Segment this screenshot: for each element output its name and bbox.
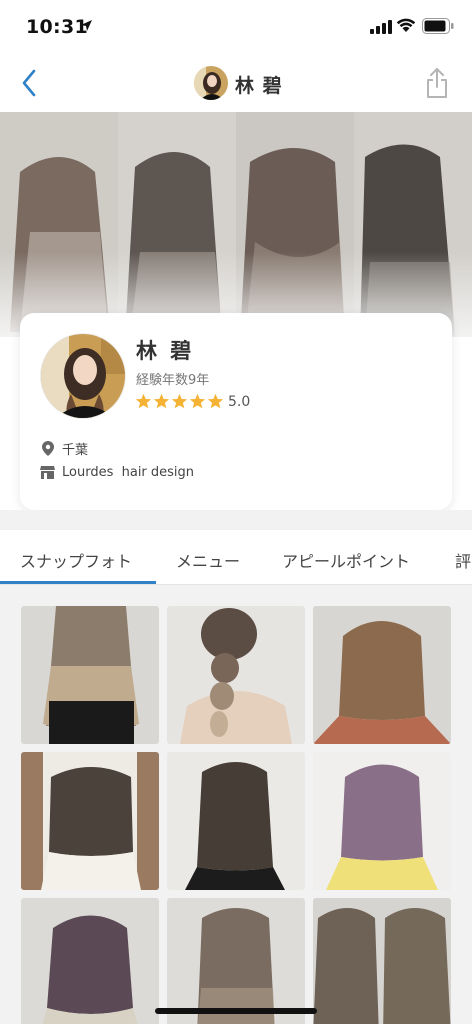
- snap-photo-2[interactable]: [167, 606, 305, 744]
- location-text: 千葉: [62, 443, 89, 458]
- snap-photo-4[interactable]: [21, 752, 159, 890]
- salon-name: Lourdes hair design: [62, 464, 195, 480]
- rating-value: 5.0: [228, 393, 251, 410]
- snap-photo-7[interactable]: [21, 898, 159, 1024]
- snap-photo-8[interactable]: [167, 898, 305, 1024]
- stylist-name: 林 碧: [136, 339, 195, 363]
- snap-photo-3[interactable]: [313, 606, 451, 744]
- snap-photo-5[interactable]: [167, 752, 305, 890]
- map-pin-icon: [40, 441, 55, 457]
- tab-snap-photo[interactable]: スナップフォト: [20, 548, 132, 572]
- back-button[interactable]: [14, 66, 44, 100]
- status-bar: 10:31: [0, 0, 472, 56]
- snap-photo-6[interactable]: [313, 752, 451, 890]
- tab-bar: スナップフォト メニュー アピールポイント 評: [0, 530, 472, 585]
- nav-bar: 林 碧: [0, 56, 472, 112]
- section-divider: [0, 510, 472, 530]
- location-arrow-icon: [81, 20, 92, 31]
- star-icon: [171, 393, 188, 409]
- nav-title: 林 碧: [235, 75, 283, 97]
- snap-photo-1[interactable]: [21, 606, 159, 744]
- star-icon: [135, 393, 152, 409]
- share-button[interactable]: [424, 66, 450, 100]
- location-row: 千葉: [40, 439, 88, 458]
- active-tab-indicator: [0, 581, 156, 584]
- stylist-photo: [40, 333, 126, 419]
- wifi-icon: [396, 18, 416, 32]
- rating-stars: 5.0: [135, 393, 250, 410]
- chevron-left-icon: [22, 69, 36, 97]
- experience-years: 経験年数9年: [136, 373, 210, 388]
- star-icon: [153, 393, 170, 409]
- tab-reviews[interactable]: 評: [455, 548, 471, 572]
- star-icon: [189, 393, 206, 409]
- snap-photo-grid: [0, 585, 472, 1024]
- battery-icon: [422, 18, 454, 34]
- profile-card: 林 碧 経験年数9年 5.0 千葉 Lourdes hair design: [20, 313, 452, 510]
- store-icon: [40, 464, 55, 480]
- share-icon: [427, 68, 447, 98]
- snap-photo-9[interactable]: [313, 898, 451, 1024]
- tab-appeal-points[interactable]: アピールポイント: [282, 548, 410, 572]
- status-time: 10:31: [26, 16, 88, 38]
- salon-row[interactable]: Lourdes hair design: [40, 464, 194, 480]
- stylist-avatar-small: [194, 66, 228, 100]
- signal-bars-icon: [370, 20, 392, 34]
- star-icon: [207, 393, 224, 409]
- hero-image: [0, 112, 472, 337]
- tab-menu[interactable]: メニュー: [176, 548, 240, 572]
- home-indicator: [155, 1008, 317, 1014]
